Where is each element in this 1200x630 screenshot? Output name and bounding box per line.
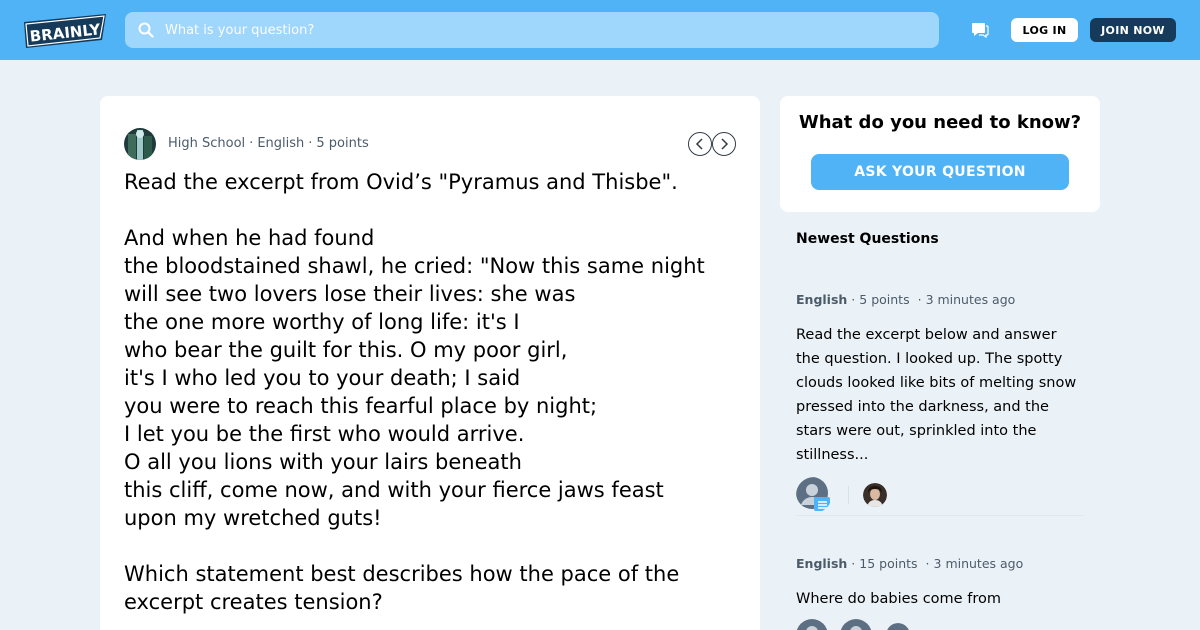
previous-question-button[interactable] (688, 132, 712, 156)
login-button[interactable]: LOG IN (1011, 18, 1078, 42)
subject-label: English (796, 556, 848, 571)
chevron-right-icon (721, 138, 729, 150)
answerer-avatars (796, 477, 1084, 513)
points-label: 15 points (859, 556, 918, 571)
chevron-left-icon (695, 138, 703, 150)
next-question-button[interactable] (712, 132, 736, 156)
ask-question-button[interactable]: ASK YOUR QUESTION (811, 154, 1069, 190)
newest-questions-heading: Newest Questions (796, 231, 939, 247)
answerer-avatar[interactable] (863, 483, 887, 507)
asker-avatar[interactable] (124, 128, 156, 160)
list-divider (796, 515, 1084, 516)
chat-icon[interactable] (969, 20, 989, 40)
ask-title: What do you need to know? (798, 112, 1082, 133)
ask-question-card: What do you need to know? ASK YOUR QUEST… (780, 96, 1100, 212)
answerer-avatar[interactable] (886, 623, 910, 630)
subject-label: English (796, 292, 848, 307)
divider (848, 486, 849, 504)
points-label: 5 points (859, 292, 910, 307)
asker-avatar[interactable] (796, 477, 832, 513)
meta-separator: · (249, 136, 254, 151)
join-now-button[interactable]: JOIN NOW (1090, 18, 1176, 42)
time-label: 3 minutes ago (933, 556, 1024, 571)
question-text: Read the excerpt from Ovid’s "Pyramus an… (124, 170, 705, 614)
search-icon (138, 22, 154, 38)
subject-link[interactable]: English (257, 136, 304, 151)
search-input[interactable] (165, 12, 925, 48)
question-nav (688, 132, 736, 156)
newest-question-meta: English · 15 points · 3 minutes ago (796, 556, 1024, 571)
answerer-avatars (796, 619, 1084, 630)
top-bar: BRAINLY LOG IN JOIN NOW (0, 0, 1200, 60)
level-link[interactable]: High School (168, 136, 245, 151)
newest-question-item[interactable]: English · 5 points · 3 minutes ago Read t… (796, 292, 1084, 511)
question-card: High School · English · 5 points Read th… (100, 96, 760, 630)
newest-question-text[interactable]: Read the excerpt below and answer the qu… (796, 323, 1084, 467)
newest-question-text[interactable]: Where do babies come from (796, 587, 1084, 611)
newest-question-item[interactable]: English · 15 points · 3 minutes ago Where… (796, 556, 1084, 630)
answerer-avatar[interactable] (840, 619, 872, 630)
meta-separator: · (308, 136, 313, 151)
question-meta: High School · English · 5 points (168, 136, 369, 151)
search-bar[interactable] (125, 12, 939, 48)
brainly-logo[interactable]: BRAINLY (24, 14, 106, 48)
time-label: 3 minutes ago (925, 292, 1016, 307)
asker-avatar[interactable] (796, 619, 828, 630)
newest-question-meta: English · 5 points · 3 minutes ago (796, 292, 1016, 307)
points-label: 5 points (316, 136, 369, 151)
